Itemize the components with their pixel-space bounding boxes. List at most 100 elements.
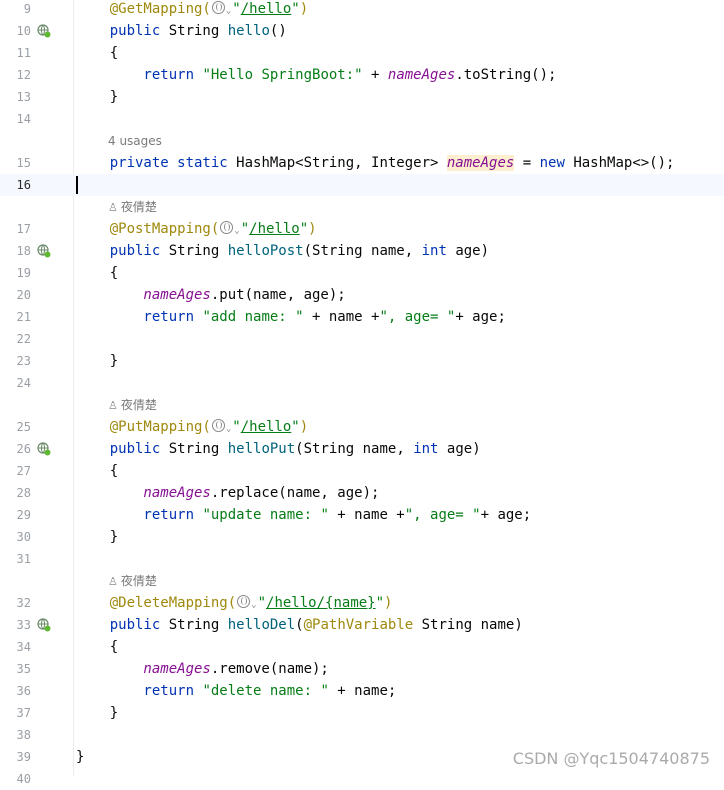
inlay-hint-row[interactable]: 4 usages xyxy=(0,130,724,152)
hint-text: 夜倩楚 xyxy=(120,398,157,412)
code-line[interactable]: 25 @PutMapping(⌄"/hello") xyxy=(0,416,724,438)
line-number: 38 xyxy=(16,728,31,742)
code-text[interactable]: private static HashMap<String, Integer> … xyxy=(76,152,674,174)
code-text[interactable]: { xyxy=(76,636,118,658)
code-text[interactable]: { xyxy=(76,42,118,64)
code-line[interactable]: 35 nameAges.remove(name); xyxy=(0,658,724,680)
code-token: + age; xyxy=(455,309,506,325)
line-number: 18 xyxy=(16,244,31,258)
code-text[interactable]: { xyxy=(76,262,118,284)
code-line[interactable]: 10 public String hello() xyxy=(0,20,724,42)
line-number: 24 xyxy=(16,376,31,390)
code-token: hello xyxy=(227,23,270,39)
code-line[interactable]: 24 xyxy=(0,372,724,394)
code-line[interactable]: 34 { xyxy=(0,636,724,658)
globe-icon[interactable] xyxy=(237,595,251,608)
code-line[interactable]: 26 public String helloPut(String name, i… xyxy=(0,438,724,460)
code-line[interactable]: 13 } xyxy=(0,86,724,108)
code-text[interactable]: nameAges.remove(name); xyxy=(76,658,328,680)
code-text[interactable] xyxy=(76,174,78,196)
code-text[interactable]: } xyxy=(76,702,118,724)
web-endpoint-icon[interactable] xyxy=(37,442,51,456)
code-line[interactable]: 30 } xyxy=(0,526,724,548)
code-line[interactable]: 22 xyxy=(0,328,724,350)
code-token: ) xyxy=(299,1,309,17)
code-line[interactable]: 23 } xyxy=(0,350,724,372)
code-token: /hello xyxy=(240,1,292,17)
code-line[interactable]: 37 } xyxy=(0,702,724,724)
chevron-down-icon[interactable]: ⌄ xyxy=(234,220,239,242)
globe-icon[interactable] xyxy=(211,1,225,14)
code-text[interactable]: return "update name: " + name +", age= "… xyxy=(76,504,531,526)
code-text[interactable]: nameAges.replace(name, age); xyxy=(76,482,379,504)
code-text[interactable]: return "add name: " + name +", age= "+ a… xyxy=(76,306,506,328)
author-hint[interactable]: ♙ 夜倩楚 xyxy=(108,570,157,593)
code-text[interactable]: public String helloPost(String name, int… xyxy=(76,240,489,262)
globe-icon[interactable] xyxy=(220,221,234,234)
code-token: { xyxy=(76,265,119,281)
line-number: 14 xyxy=(16,112,31,126)
code-line[interactable]: 16 xyxy=(0,174,724,196)
code-line[interactable]: 40 xyxy=(0,768,724,790)
line-number: 29 xyxy=(16,508,31,522)
code-token: "add name: " xyxy=(202,309,304,325)
code-line[interactable]: 17 @PostMapping(⌄"/hello") xyxy=(0,218,724,240)
code-line[interactable]: 32 @DeleteMapping(⌄"/hello/{name}") xyxy=(0,592,724,614)
code-text[interactable]: { xyxy=(76,460,118,482)
person-icon: ♙ xyxy=(108,201,118,214)
code-line[interactable]: 12 return "Hello SpringBoot:" + nameAges… xyxy=(0,64,724,86)
code-line[interactable]: 20 nameAges.put(name, age); xyxy=(0,284,724,306)
code-text[interactable]: } xyxy=(76,526,118,548)
code-line[interactable]: 28 nameAges.replace(name, age); xyxy=(0,482,724,504)
code-token: String xyxy=(168,441,228,457)
code-text[interactable]: public String hello() xyxy=(76,20,287,42)
inlay-hint-row[interactable]: ♙ 夜倩楚 xyxy=(0,394,724,416)
code-text[interactable]: } xyxy=(76,350,118,372)
web-endpoint-icon[interactable] xyxy=(37,618,51,632)
author-hint[interactable]: ♙ 夜倩楚 xyxy=(108,196,157,219)
code-text[interactable]: public String helloPut(String name, int … xyxy=(76,438,481,460)
code-line[interactable]: 31 xyxy=(0,548,724,570)
code-token: } xyxy=(76,89,119,105)
watermark: CSDN @Yqc1504740875 xyxy=(512,749,710,768)
code-editor[interactable]: 9 @GetMapping(⌄"/hello") 10 public String… xyxy=(0,0,724,786)
inlay-hint-row[interactable]: ♙ 夜倩楚 xyxy=(0,196,724,218)
chevron-down-icon[interactable]: ⌄ xyxy=(226,0,231,22)
code-text[interactable]: nameAges.put(name, age); xyxy=(76,284,345,306)
code-text[interactable]: @GetMapping(⌄"/hello") xyxy=(76,0,308,22)
code-line[interactable]: 21 return "add name: " + name +", age= "… xyxy=(0,306,724,328)
code-line[interactable]: 11 { xyxy=(0,42,724,64)
code-line[interactable]: 15 private static HashMap<String, Intege… xyxy=(0,152,724,174)
author-hint[interactable]: ♙ 夜倩楚 xyxy=(108,394,157,417)
usages-hint[interactable]: 4 usages xyxy=(108,130,162,152)
code-token: @GetMapping( xyxy=(76,1,211,17)
web-endpoint-icon[interactable] xyxy=(37,24,51,38)
code-token: @PutMapping( xyxy=(76,419,211,435)
code-token: public xyxy=(76,617,169,633)
chevron-down-icon[interactable]: ⌄ xyxy=(226,418,231,440)
code-line[interactable]: 9 @GetMapping(⌄"/hello") xyxy=(0,0,724,20)
code-line[interactable]: 14 xyxy=(0,108,724,130)
code-token: return xyxy=(76,507,203,523)
code-line[interactable]: 27 { xyxy=(0,460,724,482)
code-text[interactable]: @DeleteMapping(⌄"/hello/{name}") xyxy=(76,592,392,616)
code-line[interactable]: 29 return "update name: " + name +", age… xyxy=(0,504,724,526)
code-line[interactable]: 38 xyxy=(0,724,724,746)
code-text[interactable]: return "delete name: " + name; xyxy=(76,680,396,702)
code-token: ) xyxy=(299,419,309,435)
code-text[interactable]: return "Hello SpringBoot:" + nameAges.to… xyxy=(76,64,556,86)
code-text[interactable]: } xyxy=(76,86,118,108)
code-token: + name + xyxy=(303,309,380,325)
chevron-down-icon[interactable]: ⌄ xyxy=(251,594,256,616)
inlay-hint-row[interactable]: ♙ 夜倩楚 xyxy=(0,570,724,592)
globe-icon[interactable] xyxy=(211,419,225,432)
code-line[interactable]: 36 return "delete name: " + name; xyxy=(0,680,724,702)
code-text[interactable]: @PutMapping(⌄"/hello") xyxy=(76,416,308,440)
code-text[interactable]: } xyxy=(76,746,84,768)
code-text[interactable]: @PostMapping(⌄"/hello") xyxy=(76,218,317,242)
code-line[interactable]: 19 { xyxy=(0,262,724,284)
code-line[interactable]: 18 public String helloPost(String name, … xyxy=(0,240,724,262)
code-line[interactable]: 33 public String helloDel(@PathVariable … xyxy=(0,614,724,636)
web-endpoint-icon[interactable] xyxy=(37,244,51,258)
code-text[interactable]: public String helloDel(@PathVariable Str… xyxy=(76,614,523,636)
